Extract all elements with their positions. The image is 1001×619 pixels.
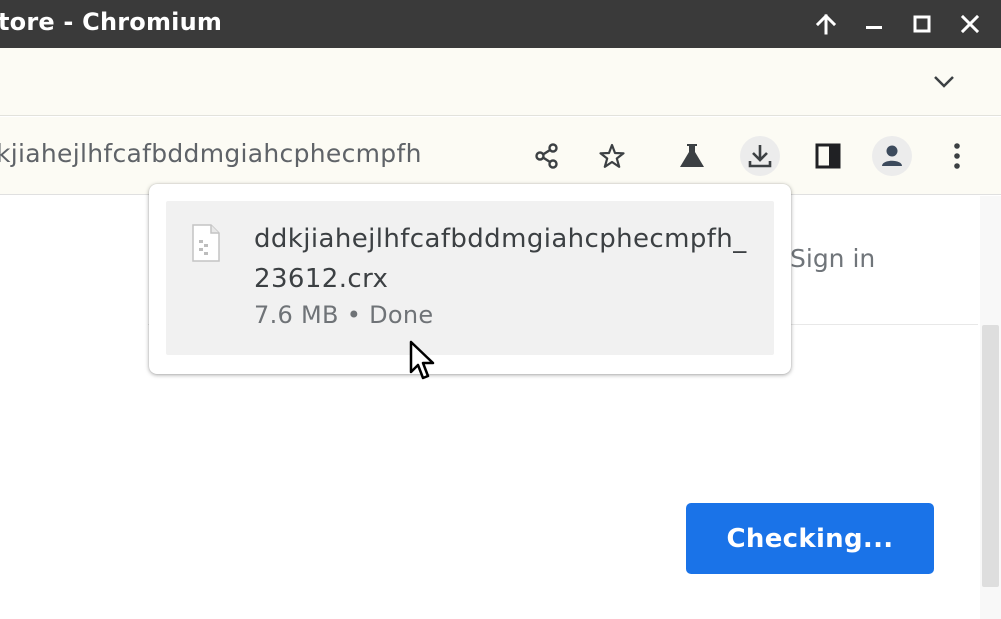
- window-title: tore - Chromium: [0, 8, 223, 36]
- share-icon: [535, 143, 558, 169]
- window-titlebar: tore - Chromium: [0, 0, 1001, 48]
- labs-button[interactable]: [672, 136, 712, 176]
- more-menu-button[interactable]: [937, 136, 977, 176]
- close-icon: [960, 14, 980, 34]
- minimize-icon: [866, 26, 882, 29]
- profile-avatar-icon: [882, 145, 902, 166]
- address-bar-url[interactable]: kjiahejlhfcafbddmgiahcphecmpfh: [0, 139, 422, 168]
- window-minimize-button[interactable]: [859, 9, 889, 39]
- window-up-button[interactable]: [811, 9, 841, 39]
- download-status: 7.6 MB • Done: [254, 301, 434, 329]
- profile-button[interactable]: [872, 136, 912, 176]
- more-menu-icon: [954, 143, 960, 169]
- maximize-icon: [913, 15, 931, 33]
- scrollbar-thumb[interactable]: [982, 325, 999, 587]
- checking-button[interactable]: Checking...: [686, 503, 934, 574]
- chevron-down-icon: [934, 76, 954, 88]
- sign-in-link[interactable]: Sign in: [790, 244, 875, 273]
- share-button[interactable]: [527, 136, 567, 176]
- bookmark-star-button[interactable]: [592, 136, 632, 176]
- download-filename: ddkjiahejlhfcafbddmgiahcphecmpfh_23612.c…: [254, 224, 747, 294]
- side-panel-icon: [815, 143, 841, 169]
- window-close-button[interactable]: [955, 9, 985, 39]
- download-item[interactable]: ddkjiahejlhfcafbddmgiahcphecmpfh_23612.c…: [166, 201, 774, 355]
- tab-search-button[interactable]: [926, 66, 962, 98]
- side-panel-button[interactable]: [808, 136, 848, 176]
- mouse-cursor-icon: [409, 340, 435, 380]
- window-maximize-button[interactable]: [907, 9, 937, 39]
- star-icon: [599, 143, 625, 168]
- tab-strip: [0, 48, 1001, 116]
- downloads-button[interactable]: [740, 136, 780, 176]
- labs-flask-icon: [680, 144, 704, 167]
- download-bubble: ddkjiahejlhfcafbddmgiahcphecmpfh_23612.c…: [149, 184, 791, 374]
- arrow-up-icon: [815, 13, 837, 35]
- file-icon: [192, 224, 220, 262]
- download-icon: [748, 145, 772, 168]
